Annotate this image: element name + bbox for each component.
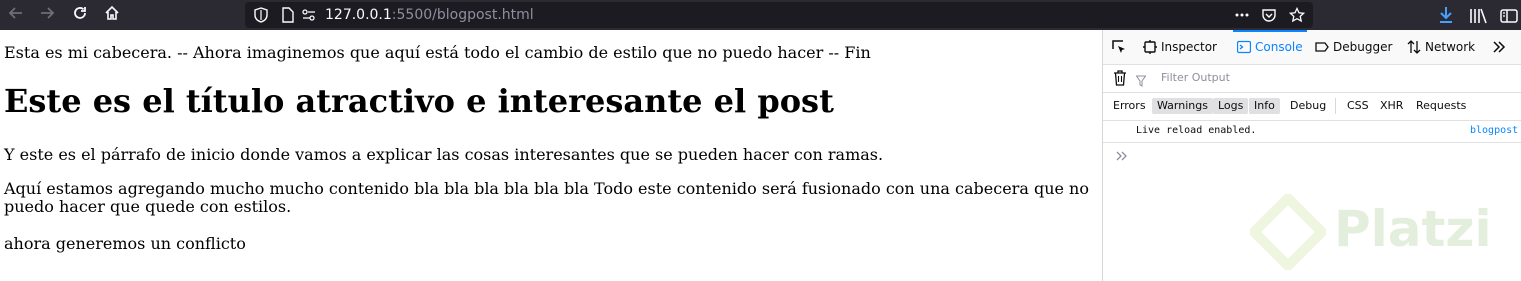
downloads-icon[interactable] <box>1437 6 1455 24</box>
pocket-icon[interactable] <box>1261 7 1277 23</box>
post-title: Este es el título atractivo e interesant… <box>4 82 834 120</box>
trash-icon[interactable] <box>1113 70 1127 90</box>
site-permissions-icon[interactable] <box>301 7 317 23</box>
filter-output-input[interactable]: Filter Output <box>1161 71 1230 84</box>
page-icon <box>280 7 296 23</box>
more-tabs-chevron-icon[interactable] <box>1491 39 1507 59</box>
tab-debugger[interactable]: Debugger <box>1315 30 1392 64</box>
filter-xhr[interactable]: XHR <box>1375 98 1408 114</box>
filter-css[interactable]: CSS <box>1342 98 1374 114</box>
tab-inspector-label: Inspector <box>1161 40 1217 54</box>
url-host: 127.0.0.1 <box>325 7 392 23</box>
devtools-tabbar: Inspector Console Debugger Network <box>1103 30 1521 65</box>
reload-button[interactable] <box>70 5 90 25</box>
page-content: Esta es mi cabecera. -- Ahora imaginemos… <box>0 30 1102 281</box>
url-path: /blogpost.html <box>432 7 534 23</box>
filter-requests[interactable]: Requests <box>1411 98 1471 114</box>
url-text: 127.0.0.1:5500/blogpost.html <box>325 7 534 23</box>
inspector-icon <box>1143 40 1157 54</box>
bookmark-star-icon[interactable] <box>1289 7 1305 23</box>
page-header-text: Esta es mi cabecera. -- Ahora imaginemos… <box>4 43 871 62</box>
network-icon <box>1407 40 1421 54</box>
forward-arrow-icon <box>39 5 55 25</box>
sidebar-icon[interactable] <box>1500 7 1518 25</box>
tab-debugger-label: Debugger <box>1333 40 1393 54</box>
console-message-source-link[interactable]: blogpost <box>1470 125 1518 136</box>
home-icon <box>104 5 120 25</box>
tab-console[interactable]: Console <box>1233 30 1307 64</box>
filter-errors[interactable]: Errors <box>1108 98 1151 114</box>
library-icon[interactable] <box>1469 7 1487 25</box>
address-bar[interactable]: 127.0.0.1:5500/blogpost.html <box>245 2 1313 28</box>
content-paragraph: Aquí estamos agregando mucho mucho conte… <box>4 179 1089 216</box>
url-port: :5500 <box>391 7 433 23</box>
filter-icon <box>1135 72 1147 91</box>
forward-button[interactable] <box>37 5 57 25</box>
filter-debug[interactable]: Debug <box>1285 98 1331 114</box>
home-button[interactable] <box>102 5 122 25</box>
intro-paragraph: Y este es el párrafo de inicio donde vam… <box>4 145 884 164</box>
tab-console-label: Console <box>1255 40 1303 54</box>
tab-network-label: Network <box>1425 40 1476 54</box>
devtools-panel: Inspector Console Debugger Network Filte… <box>1102 30 1521 281</box>
back-button[interactable] <box>6 5 26 25</box>
page-actions-icon[interactable] <box>1234 7 1250 23</box>
tab-network[interactable]: Network <box>1407 30 1475 64</box>
console-category-filters: Errors Warnings Logs Info Debug CSS XHR … <box>1103 92 1521 121</box>
debugger-icon <box>1315 40 1329 54</box>
console-prompt-chevron-icon[interactable] <box>1115 148 1129 162</box>
shield-icon[interactable] <box>253 7 269 23</box>
element-picker-icon[interactable] <box>1111 39 1127 59</box>
console-icon <box>1237 40 1251 54</box>
browser-toolbar: 127.0.0.1:5500/blogpost.html <box>0 0 1521 30</box>
filter-warnings[interactable]: Warnings <box>1152 98 1213 114</box>
console-filter-row: Filter Output <box>1103 64 1521 93</box>
console-message-text: Live reload enabled. <box>1136 125 1257 136</box>
reload-icon <box>72 5 88 25</box>
filter-info[interactable]: Info <box>1249 98 1280 114</box>
console-message: Live reload enabled. blogpost <box>1103 120 1521 143</box>
filter-logs[interactable]: Logs <box>1213 98 1249 114</box>
tab-inspector[interactable]: Inspector <box>1143 30 1217 64</box>
conflict-paragraph: ahora generemos un conflicto <box>4 234 246 253</box>
filter-divider <box>1335 98 1336 114</box>
back-arrow-icon <box>8 5 24 25</box>
